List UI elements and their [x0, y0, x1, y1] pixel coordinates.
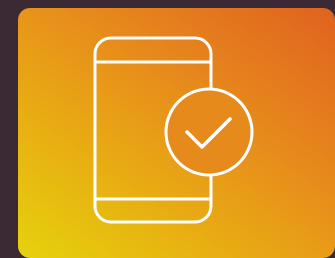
background-frame [0, 0, 335, 258]
smartphone-check-icon [93, 36, 254, 224]
check-circle [164, 87, 254, 177]
icon-tile [18, 8, 335, 258]
